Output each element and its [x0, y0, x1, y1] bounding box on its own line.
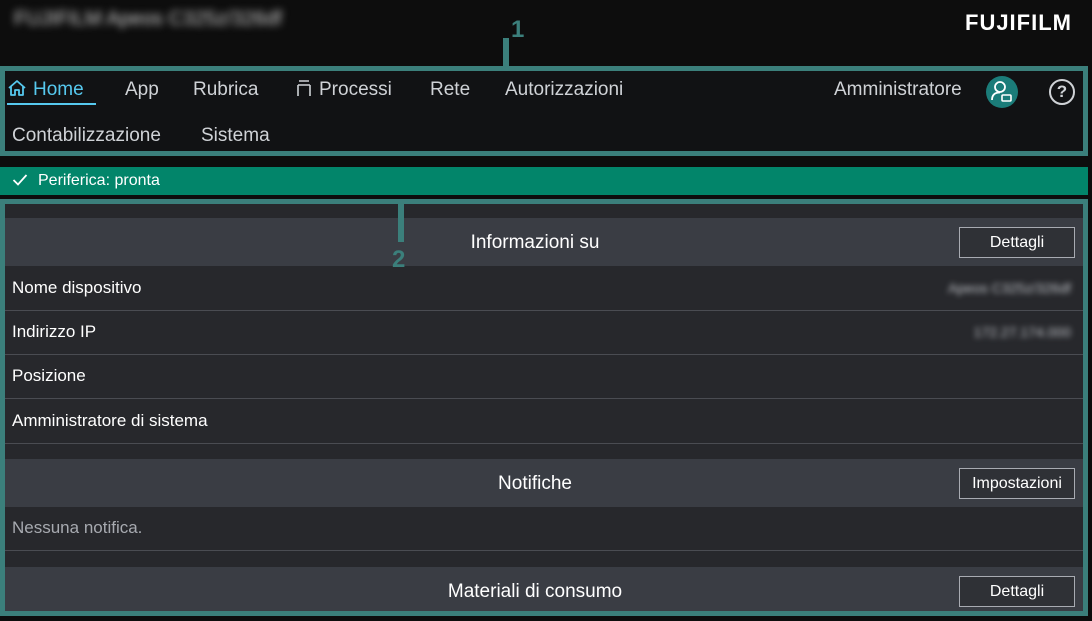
info-row-location: Posizione: [5, 354, 1083, 399]
top-bar: FUJIFILM Apeos C325z/326df FUJIFILM: [0, 0, 1092, 66]
row-value: Apeos C325z/326df: [948, 280, 1071, 296]
nav-item-label: Processi: [319, 79, 392, 100]
info-row-admin: Amministratore di sistema: [5, 399, 1083, 444]
nav-item-home[interactable]: Home: [7, 75, 96, 105]
nav-item-label: Autorizzazioni: [505, 79, 624, 100]
callout-2-number: 2: [392, 246, 406, 273]
notifications-empty-row: Nessuna notifica.: [5, 506, 1083, 551]
nav-item-label: Contabilizzazione: [12, 125, 161, 146]
row-label: Indirizzo IP: [12, 322, 97, 341]
callout-2-line: [398, 204, 404, 242]
nav-item-processi[interactable]: Processi: [295, 75, 392, 105]
nav-item-app[interactable]: App: [125, 75, 159, 105]
section-title: Informazioni su: [470, 232, 600, 253]
main-navigation: Home App Rubrica Processi Rete Autorizza…: [0, 66, 1088, 156]
callout-1-line: [503, 38, 509, 68]
row-label: Posizione: [12, 366, 86, 385]
status-text: Periferica: pronta: [38, 172, 160, 189]
status-banner: Periferica: pronta: [0, 167, 1088, 195]
nav-item-contabilizzazione[interactable]: Contabilizzazione: [12, 121, 161, 151]
notifications-empty-text: Nessuna notifica.: [12, 518, 143, 537]
main-content: Informazioni su Dettagli Nome dispositiv…: [0, 199, 1088, 616]
consumables-details-button[interactable]: Dettagli: [959, 576, 1075, 607]
help-icon[interactable]: ?: [1049, 79, 1075, 105]
info-section-header: Informazioni su Dettagli: [5, 218, 1083, 266]
info-row-ip-address: Indirizzo IP 172.27.174.000: [5, 310, 1083, 355]
brand-logo: FUJIFILM: [965, 10, 1072, 35]
notifications-settings-button[interactable]: Impostazioni: [959, 468, 1075, 499]
nav-item-label: Sistema: [201, 125, 270, 146]
row-label: Nome dispositivo: [12, 278, 142, 297]
row-value: 172.27.174.000: [973, 324, 1071, 340]
user-menu-label[interactable]: Amministratore: [834, 75, 962, 105]
user-icon[interactable]: [986, 76, 1018, 108]
row-label: Amministratore di sistema: [12, 411, 208, 430]
info-row-device-name: Nome dispositivo Apeos C325z/326df: [5, 266, 1083, 311]
nav-item-label: Rete: [430, 79, 471, 100]
nav-item-autorizzazioni[interactable]: Autorizzazioni: [505, 75, 623, 105]
info-details-button[interactable]: Dettagli: [959, 227, 1075, 258]
nav-item-label: Rubrica: [193, 79, 259, 100]
consumables-section-header: Materiali di consumo Dettagli: [5, 567, 1083, 611]
nav-item-label: App: [125, 79, 159, 100]
nav-item-rubrica[interactable]: Rubrica: [193, 75, 258, 105]
notifications-section-header: Notifiche Impostazioni: [5, 459, 1083, 507]
home-icon: [8, 80, 26, 96]
jobs-icon: [297, 80, 311, 96]
section-title: Materiali di consumo: [447, 581, 623, 602]
device-title: FUJIFILM Apeos C325z/326df: [14, 8, 282, 30]
nav-item-label: Home: [33, 79, 84, 100]
check-icon: [12, 174, 28, 186]
nav-item-rete[interactable]: Rete: [430, 75, 470, 105]
section-title: Notifiche: [498, 473, 572, 494]
nav-item-sistema[interactable]: Sistema: [201, 121, 270, 151]
callout-1-number: 1: [511, 16, 525, 43]
